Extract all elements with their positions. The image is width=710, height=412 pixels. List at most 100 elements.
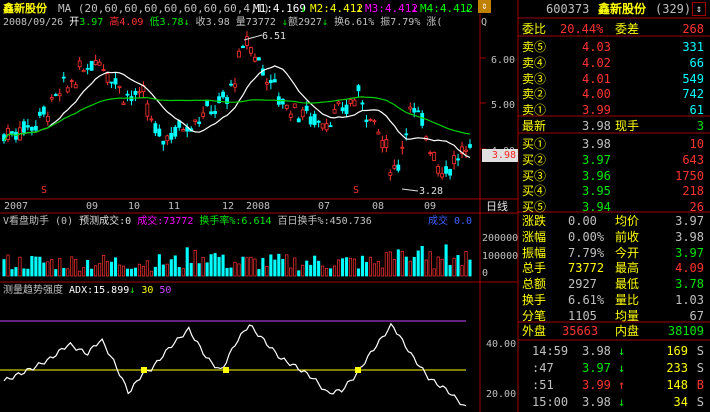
candle-body <box>145 103 150 117</box>
volume-bar <box>420 246 424 277</box>
candle-body <box>153 123 158 134</box>
candle-body <box>464 149 468 152</box>
candle-body <box>237 50 241 58</box>
candle-body <box>205 99 210 106</box>
candle-body <box>37 111 42 116</box>
ma1-arrow-icon: ↓ <box>300 2 307 15</box>
candle-body <box>201 112 206 117</box>
candle-body <box>113 78 118 85</box>
adx-line <box>3 322 467 407</box>
candle-body <box>264 81 269 85</box>
candle-body <box>85 67 90 70</box>
candle-body <box>45 115 50 122</box>
time-label: 12 <box>222 201 235 212</box>
candle-body <box>368 119 373 121</box>
volume-bar <box>261 257 265 277</box>
waipan-neipan-row: 外盘 35663 内盘 38109 <box>522 324 704 338</box>
candle-body <box>161 140 166 145</box>
volume-bar <box>344 257 349 277</box>
volume-bar <box>245 257 249 277</box>
volume-bar <box>54 269 58 277</box>
tick-time: 14:59 <box>532 344 569 358</box>
dividend-mark[interactable]: S <box>41 184 47 198</box>
candle-body <box>320 123 325 129</box>
volume-bar <box>404 256 408 277</box>
volume-bar <box>165 263 169 277</box>
amount-arrow-icon: ↓ <box>322 17 329 28</box>
ma4-arrow-icon: ↓ <box>464 2 471 15</box>
candle-body <box>73 84 78 89</box>
volume-bar <box>380 267 384 277</box>
candle-body <box>384 139 389 148</box>
time-label: 08 <box>372 201 385 212</box>
volume-bar <box>448 265 452 277</box>
volume-bar <box>70 256 74 277</box>
tick-volume: 169 <box>666 344 688 358</box>
candle-body <box>344 104 349 114</box>
volume-bar <box>384 252 388 277</box>
candle-body <box>448 169 452 176</box>
price-tick: 5.00 <box>491 100 516 111</box>
volume-bar <box>50 258 54 277</box>
volume-bar <box>74 259 78 277</box>
candlestick-series[interactable] <box>2 31 472 181</box>
period-selector[interactable]: 日线 <box>486 200 508 214</box>
candle-body <box>340 107 345 112</box>
volume-bar <box>125 268 130 277</box>
candle-body <box>81 69 86 73</box>
candle-body <box>388 172 393 176</box>
tick-side: B <box>696 378 704 392</box>
ma3-arrow-icon: ↓ <box>411 2 418 15</box>
volume-bar <box>58 257 62 277</box>
volume-bar <box>277 253 281 277</box>
candle-body <box>89 60 94 71</box>
candle-body <box>97 61 102 66</box>
volume-bars[interactable] <box>2 244 472 277</box>
candle-body <box>412 108 417 113</box>
volume-bar <box>189 262 193 277</box>
volume-bar <box>109 261 114 277</box>
candle-body <box>213 111 217 115</box>
volume-bar <box>22 268 26 277</box>
volume-bar <box>424 259 428 277</box>
ma2-arrow-icon: ↓ <box>356 2 363 15</box>
volume-bar <box>6 254 10 277</box>
volume-bar <box>18 256 22 277</box>
tick-price: 3.97 <box>582 361 611 375</box>
volume-bar <box>408 260 412 277</box>
volume-bar <box>153 266 157 277</box>
candle-body <box>209 111 214 115</box>
volume-bar <box>412 256 416 277</box>
low-pointer-line <box>401 188 419 192</box>
volume-bar <box>102 254 106 277</box>
volume-bar <box>269 254 273 277</box>
tick-volume: 148 <box>666 378 688 392</box>
volume-bar <box>121 265 126 277</box>
candle-body <box>396 164 401 171</box>
scroll-toggle-icon[interactable]: ⇕ <box>478 0 491 13</box>
candle-body <box>169 132 174 140</box>
tick-row: 15:00 3.98 ↓ 34 S <box>520 393 710 411</box>
volume-bar <box>201 257 205 277</box>
volume-bar <box>321 265 325 277</box>
tick-arrow-icon: ↓ <box>618 395 626 409</box>
candle-body <box>193 119 198 123</box>
scroll-toggle-icon[interactable]: ⇕ <box>692 2 706 16</box>
candle-body <box>233 83 237 88</box>
tick-row: 14:59 3.98 ↓ 169 S <box>520 342 710 360</box>
candle-body <box>324 123 329 131</box>
volume-bar <box>337 259 341 277</box>
candle-body <box>173 126 178 137</box>
volume-bar <box>456 255 460 277</box>
volume-bar <box>289 267 293 277</box>
quote-title-row: 600373 鑫新股份 (329) <box>546 2 692 16</box>
adx-cross-marker <box>355 367 361 373</box>
volume-bar <box>376 260 380 277</box>
volume-bar <box>388 251 392 277</box>
volume-bar <box>133 267 137 277</box>
candle-body <box>288 113 293 118</box>
dividend-mark[interactable]: S <box>353 184 359 198</box>
candle-body <box>157 128 162 137</box>
candle-body <box>105 73 110 83</box>
volume-bar <box>293 257 297 277</box>
